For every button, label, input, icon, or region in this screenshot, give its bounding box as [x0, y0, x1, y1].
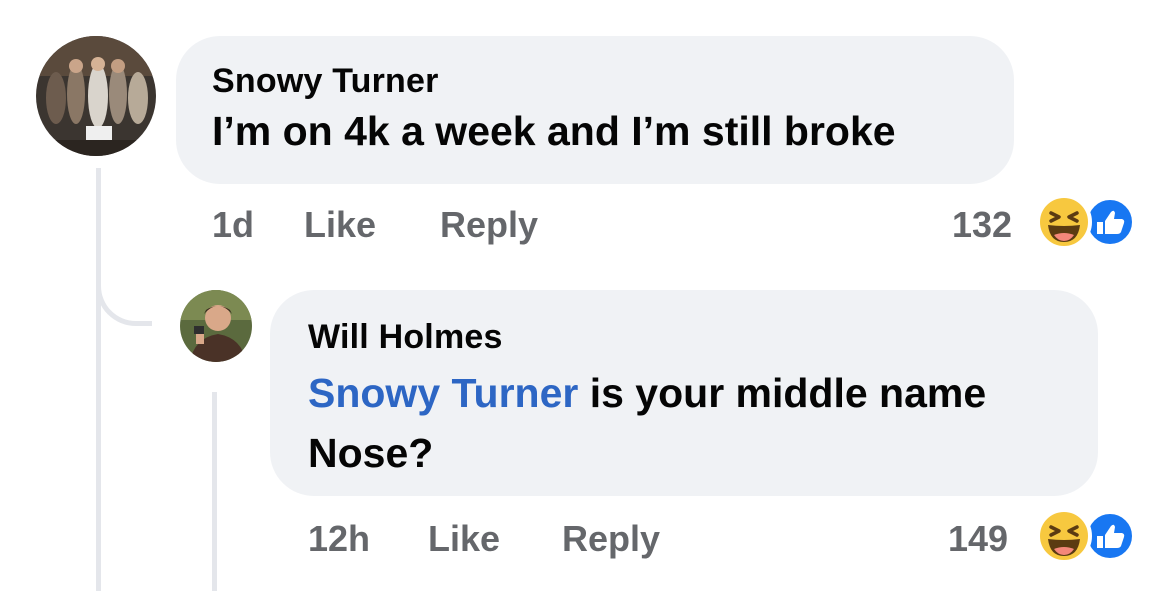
avatar-snowy-turner[interactable] — [36, 36, 156, 156]
comment-bubble[interactable]: Snowy Turner I’m on 4k a week and I’m st… — [176, 36, 1014, 184]
thread-line-reply — [212, 392, 217, 591]
reaction-count[interactable]: 132 — [952, 204, 1012, 246]
reaction-icons[interactable] — [1034, 508, 1136, 564]
like-button[interactable]: Like — [428, 518, 500, 560]
haha-icon — [1036, 194, 1092, 250]
mention-link[interactable]: Snowy Turner — [308, 370, 578, 416]
haha-icon — [1036, 508, 1092, 564]
reaction-count[interactable]: 149 — [948, 518, 1008, 560]
like-icon — [1084, 196, 1136, 248]
reply-button[interactable]: Reply — [440, 204, 538, 246]
comment-text: I’m on 4k a week and I’m still broke — [212, 108, 896, 154]
thread-branch-curve — [96, 262, 152, 326]
comment-text: Snowy Turner is your middle name — [308, 363, 1098, 423]
like-button[interactable]: Like — [304, 204, 376, 246]
avatar-will-holmes[interactable] — [180, 290, 252, 362]
like-icon — [1084, 510, 1136, 562]
reply-button[interactable]: Reply — [562, 518, 660, 560]
comment-timestamp[interactable]: 1d — [212, 204, 254, 246]
comment-text-line2: Nose? — [308, 430, 434, 476]
comment-text-line1: is your middle name — [578, 370, 987, 416]
comment-timestamp[interactable]: 12h — [308, 518, 370, 560]
comment-author[interactable]: Will Holmes — [308, 318, 1098, 357]
thread-line-main — [96, 168, 101, 591]
reply-bubble[interactable]: Will Holmes Snowy Turner is your middle … — [270, 290, 1098, 496]
comment-author[interactable]: Snowy Turner — [212, 62, 1014, 101]
reaction-icons[interactable] — [1034, 194, 1136, 250]
